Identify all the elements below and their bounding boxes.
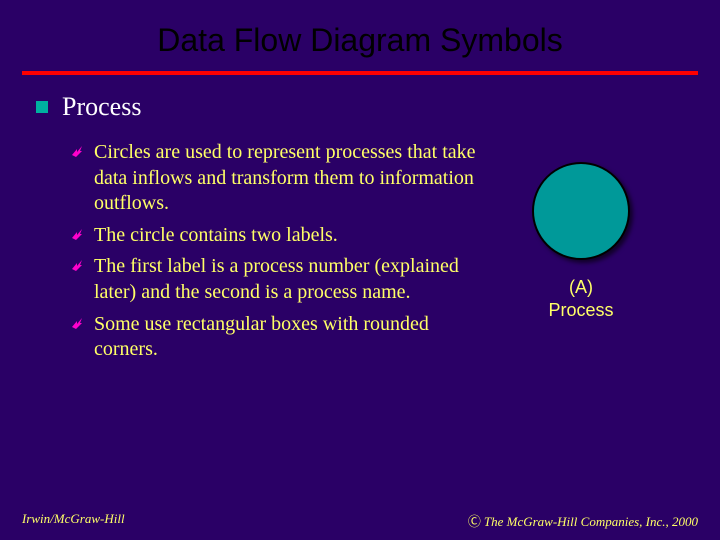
footer-left: Irwin/McGraw-Hill (22, 511, 125, 530)
list-item: The first label is a process number (exp… (70, 254, 476, 305)
list-item: The circle contains two labels. (70, 223, 476, 249)
process-circle-icon (532, 162, 630, 260)
bullet-text: Circles are used to represent processes … (94, 140, 476, 217)
title-underline (22, 71, 698, 75)
slide: Data Flow Diagram Symbols Process Circle… (0, 0, 720, 540)
list-item: Circles are used to represent processes … (70, 140, 476, 217)
title-area: Data Flow Diagram Symbols (0, 0, 720, 67)
body-columns: Circles are used to represent processes … (36, 140, 684, 400)
content-area: Process Circles are used to represent pr… (36, 92, 684, 400)
arrow-icon (70, 315, 88, 329)
heading-text: Process (62, 92, 141, 122)
figure-label: (A) Process (476, 276, 686, 321)
bullet-text: Some use rectangular boxes with rounded … (94, 312, 476, 363)
list-item: Some use rectangular boxes with rounded … (70, 312, 476, 363)
footer-right-text: The McGraw-Hill Companies, Inc., 2000 (484, 514, 698, 529)
square-bullet-icon (36, 101, 48, 113)
figure-label-line1: (A) (569, 277, 593, 297)
figure-label-line2: Process (548, 300, 613, 320)
copyright-icon: Ⓒ (468, 514, 481, 529)
arrow-icon (70, 226, 88, 240)
footer: Irwin/McGraw-Hill ⒸThe McGraw-Hill Compa… (22, 511, 698, 530)
arrow-icon (70, 143, 88, 157)
figure-area: (A) Process (476, 140, 684, 400)
footer-right: ⒸThe McGraw-Hill Companies, Inc., 2000 (468, 511, 698, 530)
slide-title: Data Flow Diagram Symbols (0, 22, 720, 59)
heading-row: Process (36, 92, 684, 122)
bullet-text: The first label is a process number (exp… (94, 254, 476, 305)
arrow-icon (70, 257, 88, 271)
bullet-text: The circle contains two labels. (94, 223, 338, 249)
bullet-list: Circles are used to represent processes … (36, 140, 476, 369)
